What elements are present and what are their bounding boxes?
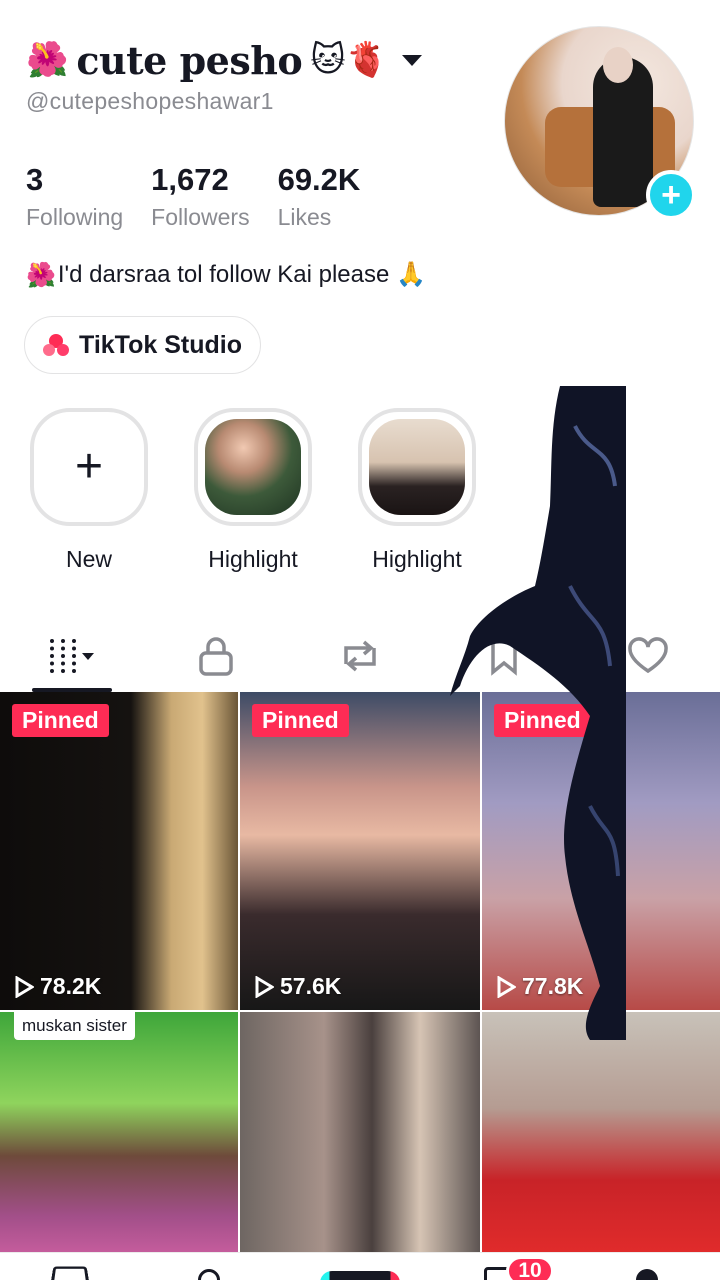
highlight-frame xyxy=(358,408,476,526)
video-thumbnail[interactable] xyxy=(482,1012,720,1252)
bio: 🌺 I'd darsraa tol follow Kai please 🙏 xyxy=(26,260,426,289)
highlight-frame xyxy=(194,408,312,526)
view-count-value: 57.6K xyxy=(280,973,342,999)
highlight-label: Highlight xyxy=(208,546,298,572)
bottom-navigation xyxy=(0,1252,720,1280)
pinned-badge: Pinned xyxy=(494,704,591,737)
pinned-badge: Pinned xyxy=(252,704,349,737)
video-thumbnail[interactable]: Pinned 78.2K xyxy=(0,692,238,1010)
bio-flower-emoji: 🌺 xyxy=(26,260,56,289)
likes-count: 69.2K xyxy=(277,162,361,197)
profile-icon[interactable] xyxy=(636,1269,658,1280)
account-switch-chevron-down-icon[interactable] xyxy=(401,54,422,66)
highlights-row: + New Highlight Highlight xyxy=(30,408,476,573)
highlight-thumbnail xyxy=(205,419,301,515)
tab-reposts[interactable] xyxy=(288,620,432,692)
video-thumbnail[interactable] xyxy=(240,1012,480,1252)
bio-text: I'd darsraa tol follow Kai please 🙏 xyxy=(57,261,426,288)
highlight-new-frame: + xyxy=(30,408,148,526)
highlight-item[interactable]: Highlight xyxy=(358,408,476,573)
view-count: 78.2K xyxy=(14,973,101,1000)
video-thumbnail[interactable]: muskan sister xyxy=(0,1012,238,1252)
play-icon xyxy=(15,975,34,998)
video-thumbnail[interactable]: Pinned 57.6K xyxy=(240,692,480,1010)
studio-label: TikTok Studio xyxy=(79,330,242,359)
following-stat[interactable]: 3 Following xyxy=(26,162,123,231)
username: @cutepeshopeshawar1 xyxy=(26,88,274,114)
view-count: 77.8K xyxy=(496,973,583,1000)
highlight-new[interactable]: + New xyxy=(30,408,148,573)
profile-stats: 3 Following 1,672 Followers 69.2K Likes xyxy=(26,162,360,231)
pinned-badge: Pinned xyxy=(12,704,109,737)
likes-label: Likes xyxy=(277,204,332,230)
studio-icon xyxy=(43,334,69,356)
display-name: cute pesho xyxy=(76,37,303,83)
home-icon[interactable] xyxy=(50,1266,90,1280)
profile-tabs xyxy=(0,620,720,692)
profile-name-row[interactable]: 🌺 cute pesho 🐱🫀 xyxy=(26,30,422,90)
video-caption-tag: muskan sister xyxy=(14,1012,135,1040)
play-icon xyxy=(255,975,274,998)
video-thumbnail[interactable]: Pinned 77.8K xyxy=(482,692,720,1010)
flower-emoji: 🌺 xyxy=(26,40,69,80)
bookmark-icon xyxy=(491,638,517,676)
play-icon xyxy=(497,975,516,998)
tab-videos[interactable] xyxy=(0,620,144,692)
tab-liked[interactable] xyxy=(576,620,720,692)
following-label: Following xyxy=(26,204,124,230)
avatar-face xyxy=(603,47,633,83)
followers-label: Followers xyxy=(151,204,250,230)
add-story-plus-icon[interactable]: + xyxy=(646,170,696,220)
inbox-badge: 10 xyxy=(506,1256,554,1280)
tab-favorites[interactable] xyxy=(432,620,576,692)
highlight-thumbnail xyxy=(369,419,465,515)
videos-grid-icon xyxy=(50,639,76,673)
plus-icon: + xyxy=(74,440,104,493)
highlight-label: New xyxy=(65,546,112,572)
chevron-down-icon xyxy=(82,652,94,660)
following-count: 3 xyxy=(26,162,44,197)
followers-count: 1,672 xyxy=(151,162,229,197)
video-grid: Pinned 78.2K Pinned 57.6K Pinned 77.8K m… xyxy=(0,692,720,1252)
followers-stat[interactable]: 1,672 Followers xyxy=(151,162,249,231)
highlight-label: Highlight xyxy=(372,546,462,572)
friends-icon[interactable] xyxy=(198,1269,220,1280)
repost-icon xyxy=(344,640,376,672)
likes-stat[interactable]: 69.2K Likes xyxy=(278,162,361,231)
heart-icon xyxy=(628,637,668,674)
view-count: 57.6K xyxy=(254,973,341,1000)
name-emojis: 🐱🫀 xyxy=(310,40,388,80)
tiktok-studio-button[interactable]: TikTok Studio xyxy=(24,316,261,374)
create-button[interactable] xyxy=(320,1271,400,1280)
view-count-value: 77.8K xyxy=(522,973,584,999)
view-count-value: 78.2K xyxy=(40,973,102,999)
highlight-item[interactable]: Highlight xyxy=(194,408,312,573)
lock-icon xyxy=(199,637,233,676)
tab-private[interactable] xyxy=(144,620,288,692)
